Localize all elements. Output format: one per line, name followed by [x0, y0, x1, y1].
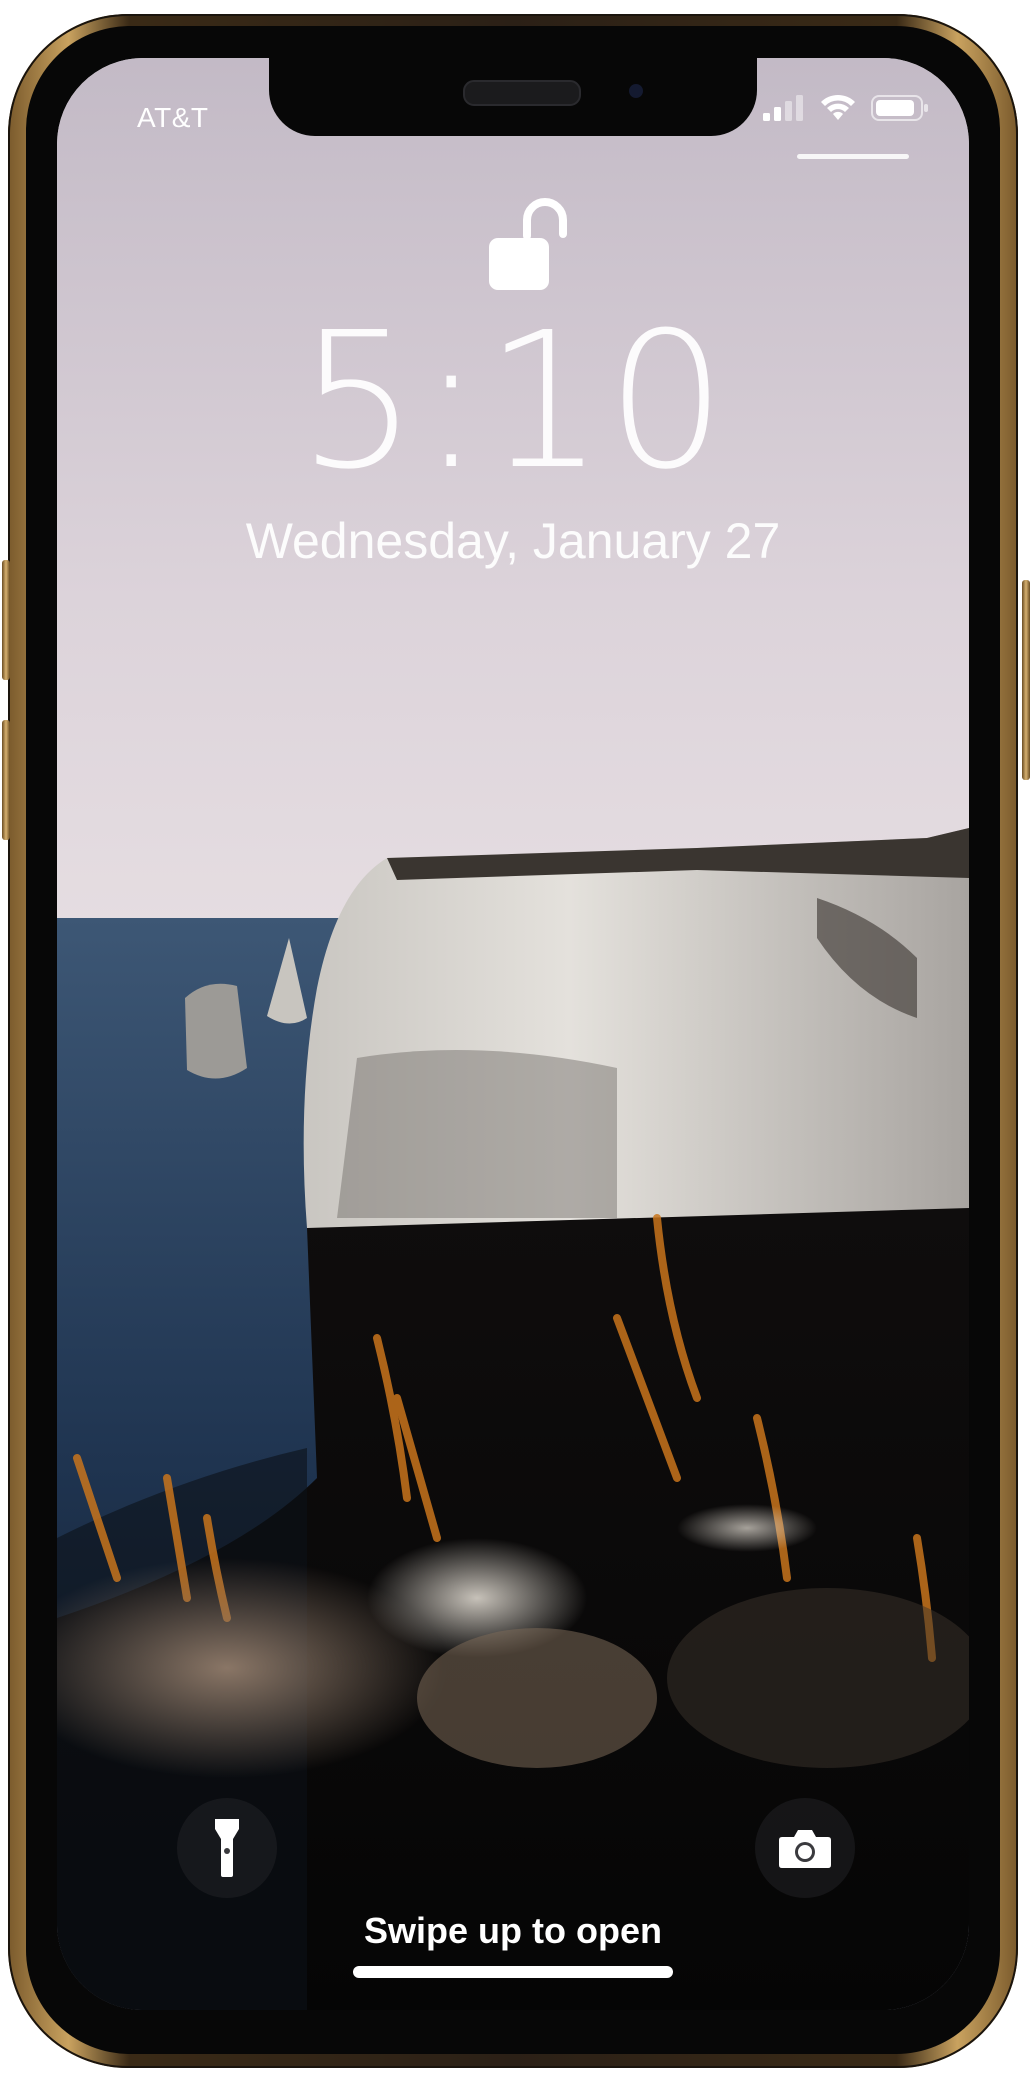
- volume-down-button: [2, 720, 10, 840]
- phone-photo: AT&T 5:10 Wednesday, January 27 Swipe up…: [0, 0, 1035, 2088]
- status-icons: [763, 94, 929, 122]
- battery-icon: [871, 95, 928, 121]
- wifi-icon: [821, 94, 855, 120]
- camera-icon: [779, 1830, 831, 1868]
- lock-screen-time: 5:10: [297, 292, 729, 511]
- carrier-label: AT&T: [137, 102, 209, 133]
- control-center-indicator[interactable]: [797, 154, 909, 159]
- cellular-signal-icon: [763, 95, 803, 121]
- notch: [269, 58, 757, 136]
- swipe-up-hint: Swipe up to open: [364, 1910, 662, 1951]
- flashlight-button[interactable]: [177, 1798, 277, 1898]
- volume-up-button: [2, 560, 10, 680]
- camera-button[interactable]: [755, 1798, 855, 1898]
- flashlight-icon: [215, 1819, 239, 1877]
- lock-screen[interactable]: AT&T 5:10 Wednesday, January 27 Swipe up…: [57, 58, 969, 2010]
- lock-screen-date: Wednesday, January 27: [245, 513, 781, 569]
- unlocked-padlock-icon: [489, 198, 567, 290]
- home-indicator[interactable]: [353, 1966, 673, 1978]
- front-camera: [629, 84, 643, 98]
- side-button: [1022, 580, 1030, 780]
- earpiece-speaker: [463, 80, 581, 106]
